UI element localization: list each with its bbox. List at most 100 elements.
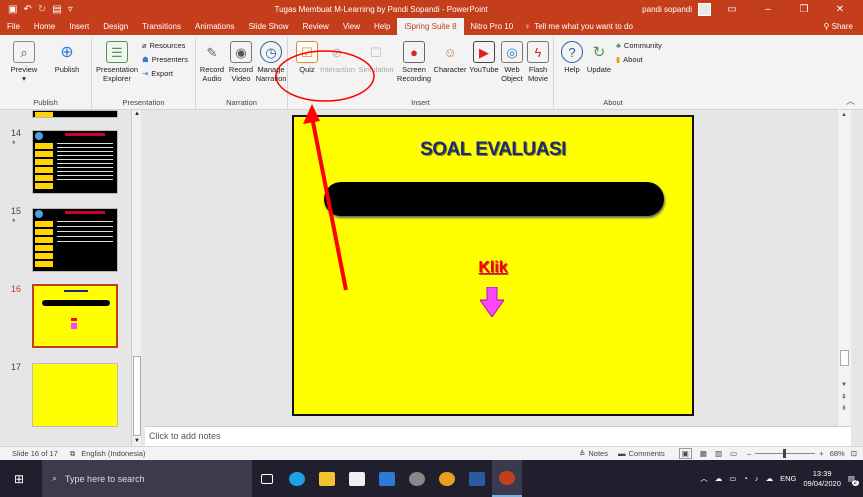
customize-qat-icon[interactable]: ▿: [68, 4, 73, 15]
presenters-button[interactable]: ☗ Presenters: [142, 55, 188, 64]
comments-toggle[interactable]: ▬ Comments: [618, 449, 665, 458]
zoom-slider[interactable]: [755, 449, 816, 458]
slideshow-view-icon[interactable]: ▭: [730, 449, 737, 458]
tab-animations[interactable]: Animations: [188, 18, 242, 35]
tab-nitro-pro[interactable]: Nitro Pro 10: [464, 18, 521, 35]
thumbnails-scrollbar[interactable]: ▲ ▼: [131, 110, 141, 446]
scroll-up-icon[interactable]: ▲: [841, 112, 847, 118]
onedrive-icon[interactable]: ☁: [715, 474, 723, 483]
user-name[interactable]: pandi sopandi: [642, 5, 692, 14]
reading-view-icon[interactable]: ▥: [715, 449, 722, 458]
tab-slide-show[interactable]: Slide Show: [242, 18, 296, 35]
resources-button[interactable]: ⌀ Resources: [142, 41, 185, 50]
show-hidden-icons[interactable]: ︿: [700, 473, 708, 484]
tab-review[interactable]: Review: [296, 18, 336, 35]
maximize-icon[interactable]: ❐: [789, 4, 819, 15]
slide-title[interactable]: SOAL EVALUASI: [294, 139, 692, 161]
interaction-button[interactable]: ⊘ Interaction: [320, 41, 355, 75]
wifi-icon[interactable]: ◔: [743, 474, 748, 483]
slide-13-thumbnail-partial[interactable]: [32, 110, 118, 118]
help-button[interactable]: ? Help: [560, 41, 584, 74]
notes-toggle[interactable]: ≜ Notes: [579, 449, 608, 458]
redo-icon[interactable]: ↻: [38, 4, 46, 15]
share-button[interactable]: ⚲ Share: [824, 22, 863, 31]
zoom-out-icon[interactable]: –: [747, 449, 751, 458]
slide-17-thumbnail[interactable]: [32, 363, 118, 427]
word-icon[interactable]: [462, 460, 492, 497]
down-arrow-icon[interactable]: [480, 287, 504, 317]
zoom-level[interactable]: 68%: [830, 449, 845, 458]
taskbar-search-box[interactable]: ⌕ Type here to search: [42, 460, 252, 497]
flash-movie-button[interactable]: ϟ Flash Movie: [526, 41, 550, 83]
collapse-ribbon-icon[interactable]: ︿: [846, 94, 855, 107]
battery-icon[interactable]: ▭: [729, 474, 736, 483]
normal-view-icon[interactable]: ▣: [678, 448, 692, 459]
slide-14-thumbnail[interactable]: [32, 130, 118, 194]
previous-slide-icon[interactable]: ⇞: [841, 393, 847, 401]
volume-icon[interactable]: ♪: [755, 474, 759, 483]
input-language[interactable]: ENG: [780, 474, 796, 483]
update-button[interactable]: ↻ Update: [584, 41, 614, 75]
scrollbar-thumb[interactable]: [840, 350, 849, 366]
publish-button[interactable]: ⊕ Publish: [48, 41, 86, 74]
slide-15-thumbnail[interactable]: [32, 208, 118, 272]
about-button[interactable]: ▮ About: [616, 55, 643, 64]
minimize-icon[interactable]: –: [753, 4, 783, 15]
tab-design[interactable]: Design: [96, 18, 135, 35]
scroll-up-icon[interactable]: ▲: [134, 111, 140, 117]
tab-ispring-suite[interactable]: iSpring Suite 8: [397, 18, 464, 35]
close-icon[interactable]: ✕: [825, 4, 855, 15]
undo-icon[interactable]: ↶: [23, 4, 31, 15]
slide-16-thumbnail[interactable]: [32, 284, 118, 348]
slide-scrollbar[interactable]: ▲ ▼ ⇞ ⇟: [837, 110, 851, 426]
tab-file[interactable]: File: [0, 18, 27, 35]
manage-narration-button[interactable]: ◷ Manage Narration: [254, 41, 288, 83]
zoom-in-icon[interactable]: +: [819, 449, 823, 458]
store-icon[interactable]: [342, 460, 372, 497]
screen-recording-button[interactable]: ● Screen Recording: [396, 41, 432, 83]
tab-view[interactable]: View: [336, 18, 367, 35]
notification-center-icon[interactable]: ▤ 2: [848, 474, 859, 486]
tab-help[interactable]: Help: [367, 18, 397, 35]
scroll-down-icon[interactable]: ▼: [841, 382, 847, 388]
record-video-button[interactable]: ◉ Record Video: [227, 41, 255, 83]
tell-me-search[interactable]: ♀ Tell me what you want to do: [524, 22, 633, 31]
tab-insert[interactable]: Insert: [62, 18, 96, 35]
preview-button[interactable]: ⌕ Preview ▾: [6, 41, 42, 83]
next-slide-icon[interactable]: ⇟: [841, 404, 847, 412]
slideshow-from-start-icon[interactable]: ▤: [52, 4, 61, 15]
avatar[interactable]: [698, 2, 711, 16]
answer-bar-shape[interactable]: [324, 182, 664, 216]
current-slide[interactable]: SOAL EVALUASI Klik: [292, 115, 694, 416]
zoom-slider-thumb[interactable]: [783, 449, 787, 458]
youtube-button[interactable]: ▶ YouTube: [468, 41, 500, 74]
spellcheck-icon[interactable]: ⧉: [70, 449, 75, 459]
language-status[interactable]: English (Indonesia): [81, 449, 145, 458]
clock[interactable]: 13:39 09/04/2020: [803, 469, 841, 489]
file-explorer-icon[interactable]: [312, 460, 342, 497]
simulation-button[interactable]: ☐ Simulation: [356, 41, 396, 75]
cloud-icon[interactable]: ☁: [766, 474, 774, 483]
mail-icon[interactable]: [372, 460, 402, 497]
edge-browser-icon[interactable]: [282, 460, 312, 497]
character-button[interactable]: ☺ Character: [432, 41, 468, 75]
save-icon[interactable]: ▣: [8, 4, 17, 15]
powerpoint-icon[interactable]: [492, 460, 522, 497]
task-view-icon[interactable]: [252, 460, 282, 497]
quiz-button[interactable]: ☑ Quiz: [294, 41, 320, 74]
slide-sorter-icon[interactable]: ▦: [700, 449, 707, 458]
community-button[interactable]: ♣ Community: [616, 41, 662, 50]
record-audio-button[interactable]: ✎ Record Audio: [198, 41, 226, 84]
fit-to-window-icon[interactable]: ⊡: [851, 449, 857, 458]
tab-transitions[interactable]: Transitions: [135, 18, 188, 35]
presentation-explorer-button[interactable]: ☰ Presentation Explorer: [94, 41, 140, 83]
klik-link[interactable]: Klik: [294, 259, 692, 277]
chrome-icon[interactable]: [432, 460, 462, 497]
scrollbar-thumb[interactable]: [133, 356, 141, 436]
ribbon-display-options-icon[interactable]: ▭: [717, 4, 747, 15]
notes-pane[interactable]: Click to add notes: [145, 426, 851, 446]
export-button[interactable]: ⇥ Export: [142, 69, 173, 78]
scroll-down-icon[interactable]: ▼: [134, 438, 140, 444]
app-icon[interactable]: [402, 460, 432, 497]
windows-start-icon[interactable]: ⊞: [4, 460, 34, 497]
